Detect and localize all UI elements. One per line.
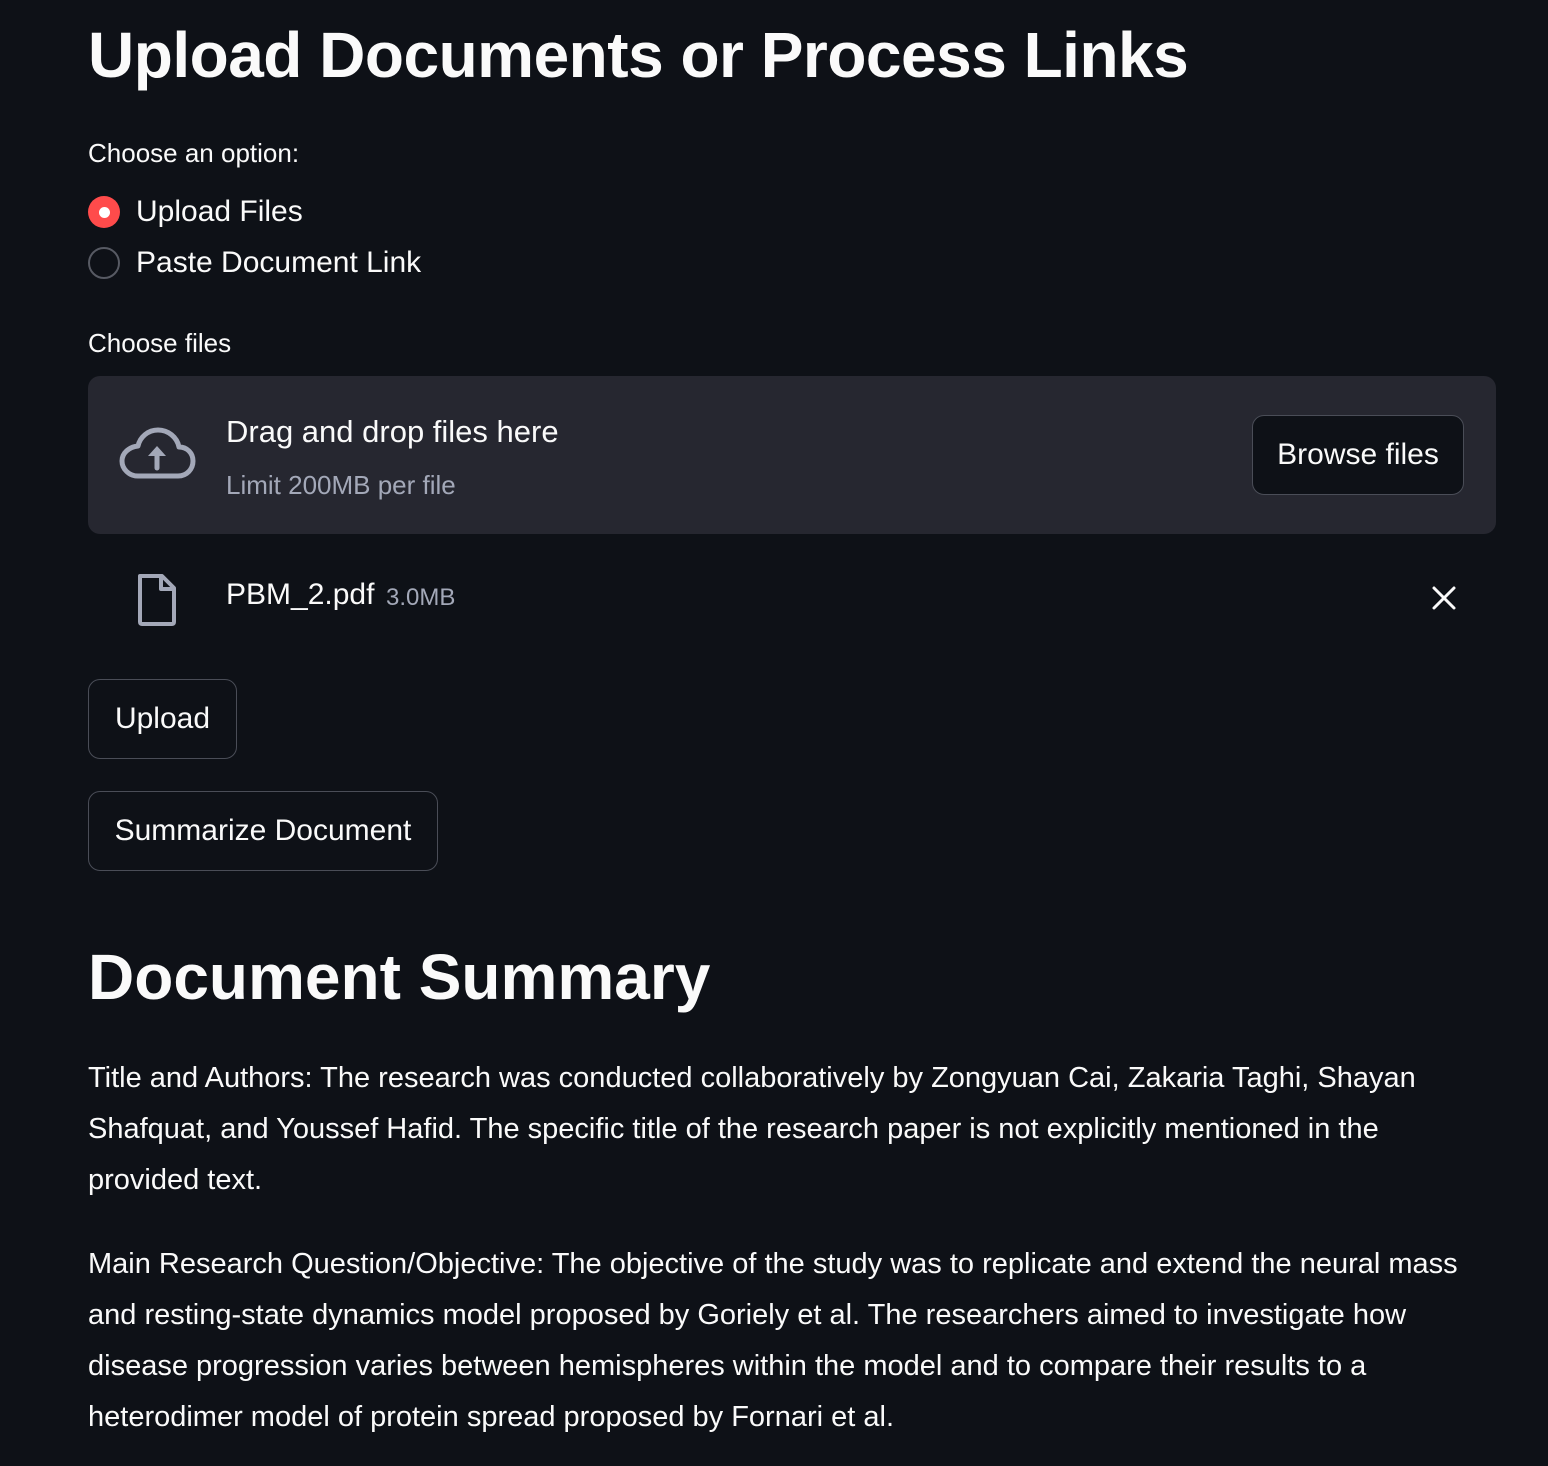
browse-files-button[interactable]: Browse files [1252, 415, 1464, 495]
page-title: Upload Documents or Process Links [88, 19, 1189, 91]
cloud-upload-icon [119, 427, 196, 479]
close-icon[interactable] [1426, 580, 1462, 616]
radio-upload-files[interactable]: Upload Files [88, 195, 303, 229]
summary-paragraph: Title and Authors: The research was cond… [88, 1062, 1416, 1196]
file-uploader-label: Choose files [88, 328, 232, 358]
summary-paragraph: Main Research Question/Objective: The ob… [88, 1248, 1458, 1433]
file-name: PBM_2.pdf [226, 578, 375, 611]
radio-checked-icon[interactable] [88, 196, 120, 228]
uploaded-file-item: PBM_2.pdf 3.0MB [88, 560, 1496, 636]
summarize-document-button[interactable]: Summarize Document [88, 791, 438, 871]
file-icon [138, 574, 176, 626]
file-dropzone[interactable]: Drag and drop files here Limit 200MB per… [88, 376, 1496, 534]
option-group-label: Choose an option: [88, 138, 300, 168]
radio-option-label: Paste Document Link [136, 246, 422, 279]
dropzone-instruction: Drag and drop files here [226, 414, 559, 449]
radio-paste-document-link[interactable]: Paste Document Link [88, 246, 421, 280]
radio-option-label: Upload Files [136, 195, 303, 228]
file-size: 3.0MB [386, 584, 456, 611]
summary-heading: Document Summary [88, 941, 711, 1013]
radio-unchecked-icon[interactable] [88, 247, 120, 279]
dropzone-limit: Limit 200MB per file [226, 470, 456, 500]
upload-button[interactable]: Upload [88, 679, 237, 759]
